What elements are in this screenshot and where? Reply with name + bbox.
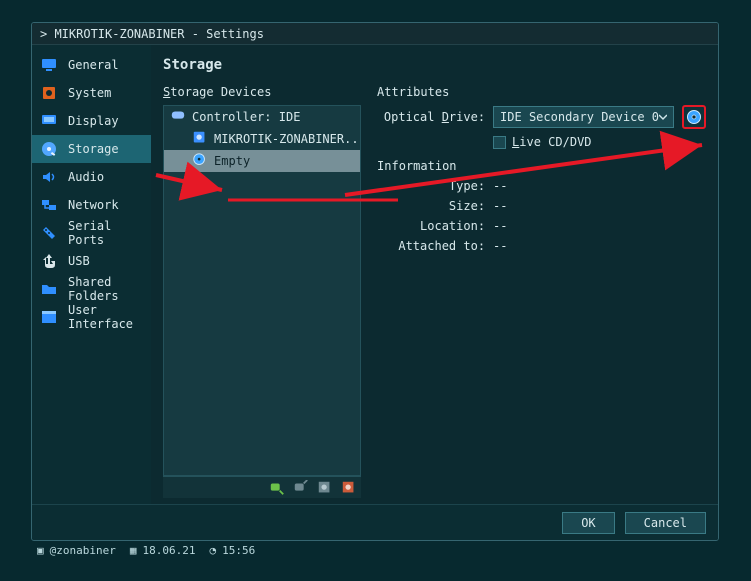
choose-disk-button[interactable] bbox=[682, 105, 706, 129]
sidebar-item-usb[interactable]: USB bbox=[32, 247, 151, 275]
checkbox-icon bbox=[493, 136, 506, 149]
sidebar-item-label: Shared Folders bbox=[68, 275, 143, 303]
hdd-icon bbox=[40, 140, 58, 158]
tree-row[interactable]: MIKROTIK-ZONABINER.... bbox=[164, 128, 360, 150]
controller-icon bbox=[170, 108, 186, 127]
info-type-val: -- bbox=[493, 179, 507, 193]
info-loc-val: -- bbox=[493, 219, 507, 233]
add-disk-button[interactable] bbox=[317, 480, 333, 496]
taskbar-user: @zonabiner bbox=[50, 544, 116, 557]
storage-toolbar bbox=[163, 476, 361, 498]
network-icon bbox=[40, 196, 58, 214]
taskbar-date: 18.06.21 bbox=[142, 544, 195, 557]
section-title: Storage bbox=[163, 57, 706, 73]
monitor-icon bbox=[40, 56, 58, 74]
sidebar: General System Display Storage Audio Network S… bbox=[32, 45, 151, 504]
sidebar-item-storage[interactable]: Storage bbox=[32, 135, 151, 163]
sidebar-item-audio[interactable]: Audio bbox=[32, 163, 151, 191]
storage-tree[interactable]: Controller: IDE MIKROTIK-ZONABINER.... Emp… bbox=[163, 105, 361, 476]
cancel-button[interactable]: Cancel bbox=[625, 512, 706, 534]
tree-row-label: Controller: IDE bbox=[192, 110, 300, 124]
info-att-key: Attached to: bbox=[377, 239, 485, 253]
information-label: Information bbox=[377, 159, 706, 173]
attributes-label: Attributes bbox=[377, 85, 706, 99]
folder-icon bbox=[40, 280, 58, 298]
chevron-down-icon bbox=[659, 110, 667, 124]
tree-row[interactable]: Empty bbox=[164, 150, 360, 172]
sidebar-item-serial-ports[interactable]: Serial Ports bbox=[32, 219, 151, 247]
sidebar-item-label: USB bbox=[68, 254, 90, 268]
tree-row[interactable]: Controller: IDE bbox=[164, 106, 360, 128]
dialog-footer: OK Cancel bbox=[32, 504, 718, 540]
info-loc-key: Location: bbox=[377, 219, 485, 233]
optical-drive-label: Optical Drive: bbox=[377, 110, 485, 124]
hdd-small-icon bbox=[192, 130, 208, 149]
sidebar-item-label: User Interface bbox=[68, 303, 143, 331]
remove-disk-button[interactable] bbox=[341, 480, 357, 496]
sidebar-item-label: Storage bbox=[68, 142, 119, 156]
titlebar: > MIKROTIK-ZONABINER - Settings bbox=[32, 23, 718, 45]
clock-icon: ◔ bbox=[209, 544, 216, 557]
window-title: > MIKROTIK-ZONABINER - Settings bbox=[40, 27, 264, 41]
sidebar-item-label: Serial Ports bbox=[68, 219, 143, 247]
display-icon bbox=[40, 112, 58, 130]
info-size-val: -- bbox=[493, 199, 507, 213]
chip-icon bbox=[40, 84, 58, 102]
add-controller-button[interactable] bbox=[269, 480, 285, 496]
sidebar-item-shared-folders[interactable]: Shared Folders bbox=[32, 275, 151, 303]
ok-button[interactable]: OK bbox=[562, 512, 614, 534]
disc-icon bbox=[686, 109, 702, 125]
taskbar: ▣ @zonabiner ▦ 18.06.21 ◔ 15:56 bbox=[37, 541, 255, 559]
settings-window: > MIKROTIK-ZONABINER - Settings General S… bbox=[31, 22, 719, 541]
tree-row-label: MIKROTIK-ZONABINER.... bbox=[214, 132, 361, 146]
tree-row-label: Empty bbox=[214, 154, 250, 168]
remove-controller-button[interactable] bbox=[293, 480, 309, 496]
sidebar-item-label: General bbox=[68, 58, 119, 72]
usb-icon bbox=[40, 252, 58, 270]
optical-drive-select[interactable]: IDE Secondary Device 0 bbox=[493, 106, 674, 128]
info-type-key: Type: bbox=[377, 179, 485, 193]
live-cd-checkbox[interactable]: Live CD/DVD bbox=[493, 135, 591, 149]
sidebar-item-label: System bbox=[68, 86, 111, 100]
info-size-key: Size: bbox=[377, 199, 485, 213]
sidebar-item-label: Audio bbox=[68, 170, 104, 184]
main-panel: Storage Storage Devices Controller: IDE M… bbox=[151, 45, 718, 504]
disc-small-icon bbox=[192, 152, 208, 171]
sidebar-item-label: Network bbox=[68, 198, 119, 212]
sidebar-item-display[interactable]: Display bbox=[32, 107, 151, 135]
panel-icon bbox=[40, 308, 58, 326]
sidebar-item-network[interactable]: Network bbox=[32, 191, 151, 219]
serial-icon bbox=[40, 224, 58, 242]
storage-devices-label: Storage Devices bbox=[163, 85, 361, 99]
speaker-icon bbox=[40, 168, 58, 186]
calendar-icon: ▦ bbox=[130, 544, 137, 557]
camera-icon: ▣ bbox=[37, 544, 44, 557]
sidebar-item-general[interactable]: General bbox=[32, 51, 151, 79]
taskbar-time: 15:56 bbox=[222, 544, 255, 557]
info-att-val: -- bbox=[493, 239, 507, 253]
sidebar-item-label: Display bbox=[68, 114, 119, 128]
sidebar-item-user-interface[interactable]: User Interface bbox=[32, 303, 151, 331]
sidebar-item-system[interactable]: System bbox=[32, 79, 151, 107]
